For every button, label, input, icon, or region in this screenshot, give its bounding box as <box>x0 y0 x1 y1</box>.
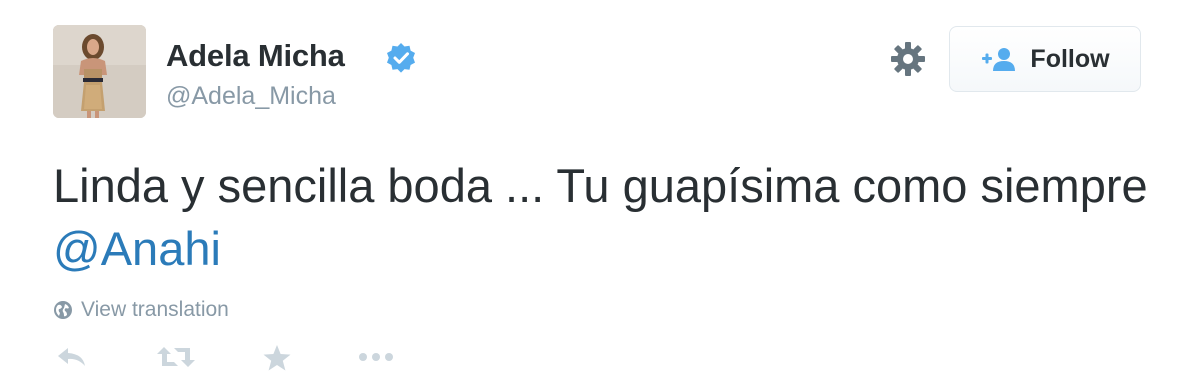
globe-icon <box>54 301 72 319</box>
display-name[interactable]: Adela Micha <box>166 38 345 74</box>
view-translation-link[interactable]: View translation <box>53 298 229 322</box>
follow-label: Follow <box>1030 44 1110 73</box>
screen-name[interactable]: @Adela_Micha <box>166 82 336 111</box>
avatar-image <box>53 25 146 118</box>
tweet-text: Linda y sencilla boda ... Tu guapísima c… <box>53 154 1173 280</box>
mention-link[interactable]: @Anahi <box>53 222 221 275</box>
tweet-card: Adela Micha @Adela_Micha Follow Linda y … <box>0 0 1200 387</box>
gear-icon[interactable] <box>889 40 927 78</box>
star-icon <box>263 345 291 371</box>
favorite-button[interactable] <box>263 345 291 371</box>
retweet-button[interactable] <box>157 345 195 369</box>
more-icon <box>359 353 393 361</box>
more-button[interactable] <box>357 345 395 369</box>
reply-icon <box>58 348 85 366</box>
view-translation-label: View translation <box>81 298 229 321</box>
add-user-icon <box>982 48 1016 71</box>
retweet-icon <box>157 347 195 367</box>
follow-button[interactable]: Follow <box>949 26 1141 92</box>
verified-badge-icon <box>387 43 415 73</box>
tweet-text-body: Linda y sencilla boda ... Tu guapísima c… <box>53 159 1148 212</box>
avatar[interactable] <box>53 25 146 118</box>
reply-button[interactable] <box>56 345 88 369</box>
